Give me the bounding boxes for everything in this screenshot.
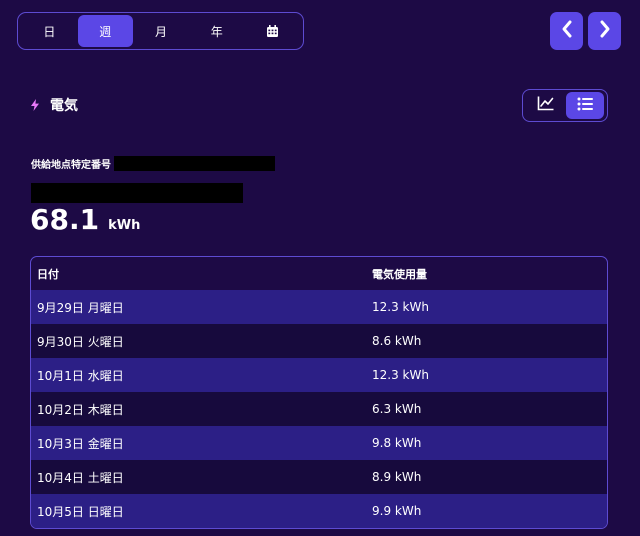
tab-day[interactable]: 日	[22, 15, 77, 47]
row-date: 10月5日 日曜日	[37, 504, 124, 519]
list-view-button[interactable]	[566, 92, 604, 119]
row-usage: 9.8 kWh	[372, 436, 422, 450]
table-row: 9月30日 火曜日 8.6 kWh	[31, 324, 607, 358]
row-usage: 12.3 kWh	[372, 300, 429, 314]
row-usage: 12.3 kWh	[372, 368, 429, 382]
row-usage: 8.9 kWh	[372, 470, 422, 484]
row-usage: 6.3 kWh	[372, 402, 422, 416]
line-chart-icon	[537, 96, 554, 115]
table-row: 10月1日 水曜日 12.3 kWh	[31, 358, 607, 392]
table-row: 10月2日 木曜日 6.3 kWh	[31, 392, 607, 426]
bolt-icon	[31, 99, 39, 111]
next-period-button[interactable]	[588, 12, 621, 50]
row-date: 10月1日 水曜日	[37, 368, 124, 383]
list-icon	[577, 96, 593, 115]
supply-point-row: 供給地点特定番号	[31, 154, 275, 172]
period-tabs: 日 週 月 年	[17, 12, 304, 50]
table-row: 9月29日 月曜日 12.3 kWh	[31, 290, 607, 324]
tab-month[interactable]: 月	[134, 15, 189, 47]
previous-period-button[interactable]	[550, 12, 583, 50]
total-usage: 68.1 kWh	[30, 199, 140, 241]
usage-table: 日付 電気使用量 9月29日 月曜日 12.3 kWh 9月30日 火曜日 8.…	[30, 256, 608, 529]
section-header: 電気	[31, 94, 78, 116]
table-header: 日付 電気使用量	[31, 257, 607, 290]
redacted-supply-number	[114, 155, 275, 171]
usage-column-header: 電気使用量	[372, 267, 427, 281]
date-column-header: 日付	[37, 267, 59, 281]
chart-view-button[interactable]	[526, 92, 564, 119]
tab-year[interactable]: 年	[189, 15, 244, 47]
row-date: 10月3日 金曜日	[37, 436, 124, 451]
row-date: 10月2日 木曜日	[37, 402, 124, 417]
table-row: 10月3日 金曜日 9.8 kWh	[31, 426, 607, 460]
calendar-icon	[267, 25, 279, 37]
row-usage: 8.6 kWh	[372, 334, 422, 348]
chevron-left-icon	[560, 19, 574, 43]
table-row: 10月4日 土曜日 8.9 kWh	[31, 460, 607, 494]
view-toggle	[522, 89, 608, 122]
table-row: 10月5日 日曜日 9.9 kWh	[31, 494, 607, 528]
tab-calendar[interactable]	[245, 15, 300, 47]
total-usage-unit: kWh	[108, 218, 141, 233]
row-usage: 9.9 kWh	[372, 504, 422, 518]
supply-point-label: 供給地点特定番号	[31, 159, 111, 171]
tab-week[interactable]: 週	[77, 15, 133, 47]
row-date: 9月29日 月曜日	[37, 300, 124, 315]
row-date: 9月30日 火曜日	[37, 334, 124, 349]
total-usage-value: 68.1	[30, 203, 100, 236]
row-date: 10月4日 土曜日	[37, 470, 124, 485]
chevron-right-icon	[598, 19, 612, 43]
section-title: 電気	[50, 98, 78, 114]
